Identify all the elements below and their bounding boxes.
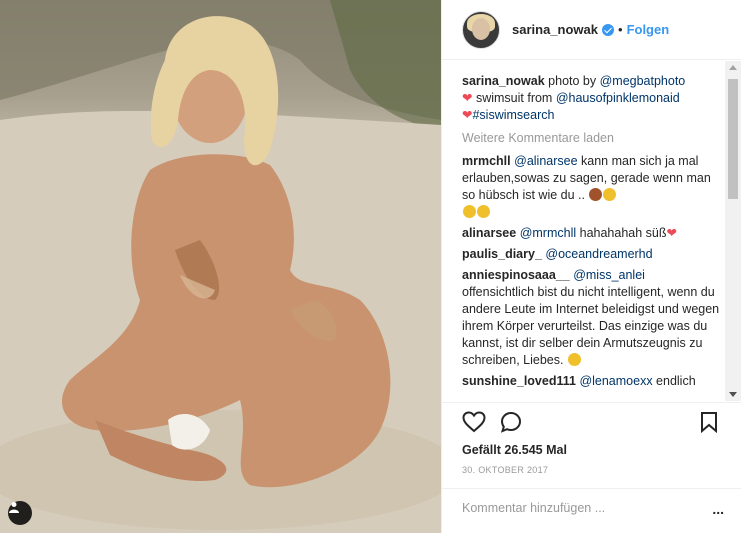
scroll-down-arrow-icon[interactable] — [729, 392, 737, 397]
monkey-emoji-icon — [589, 188, 603, 201]
scroll-up-arrow-icon[interactable] — [729, 65, 737, 70]
comment-mention[interactable]: @alinarsee — [514, 154, 577, 168]
caption-mention-brand[interactable]: @hausofpinklemonaid — [556, 91, 680, 105]
comments-list: sarina_nowak photo by @megbatphoto ❤ swi… — [442, 61, 741, 401]
comments-scrollbar[interactable] — [725, 61, 741, 401]
comment-item: sunshine_loved111 @lenamoexx endlich — [462, 373, 722, 390]
follow-button[interactable]: Folgen — [627, 22, 670, 37]
comment-mention[interactable]: @mrmchll — [520, 226, 576, 240]
wink-kiss-emoji-icon — [567, 353, 581, 366]
avatar[interactable] — [462, 10, 500, 49]
comment-item: anniespinosaaa__ @miss_anlei offensichtl… — [462, 267, 722, 369]
beach-photo-illustration — [0, 0, 441, 533]
halo-emoji-icon — [603, 188, 617, 201]
comment-username[interactable]: sunshine_loved111 — [462, 374, 576, 388]
user-tag-button[interactable] — [8, 501, 32, 525]
action-bar — [442, 402, 741, 442]
person-icon — [9, 502, 19, 513]
halo-emoji-icon — [477, 205, 490, 218]
comment-mention[interactable]: @miss_anlei — [573, 268, 645, 282]
comment-mention[interactable]: @oceandreamerhd — [545, 247, 652, 261]
likes-count[interactable]: Gefällt 26.545 Mal — [462, 443, 567, 457]
header-username[interactable]: sarina_nowak — [512, 22, 598, 37]
more-options-button[interactable]: ... — [712, 501, 724, 517]
scrollbar-thumb[interactable] — [728, 79, 738, 199]
halo-emoji-icon — [463, 205, 476, 218]
verified-badge-icon — [602, 23, 614, 36]
add-comment-input[interactable]: Kommentar hinzufügen ... — [462, 501, 605, 515]
post-sidebar: sarina_nowak • Folgen sarina_nowak photo… — [441, 0, 741, 533]
comment-item: mrmchll @alinarsee kann man sich ja mal … — [462, 153, 722, 221]
caption-text-2: swimsuit from — [472, 91, 556, 105]
comment-username[interactable]: anniespinosaaa__ — [462, 268, 570, 282]
instagram-post: sarina_nowak • Folgen sarina_nowak photo… — [0, 0, 741, 533]
comment-text: offensichtlich bist du nicht intelligent… — [462, 285, 720, 367]
comment-item: paulis_diary_ @oceandreamerhd — [462, 246, 722, 263]
post-header: sarina_nowak • Folgen — [442, 0, 741, 60]
caption-username[interactable]: sarina_nowak — [462, 74, 545, 88]
heart-outline-icon[interactable] — [462, 411, 486, 433]
heart-emoji-icon: ❤ — [462, 108, 473, 122]
comment-text: endlich — [652, 374, 696, 388]
caption-text-1: photo by — [544, 74, 600, 88]
add-comment-section: Kommentar hinzufügen ... ... — [442, 488, 741, 533]
load-more-comments-link[interactable]: Weitere Kommentare laden — [462, 130, 722, 147]
post-date[interactable]: 30. OKTOBER 2017 — [462, 465, 548, 475]
comment-username[interactable]: mrmchll — [462, 154, 511, 168]
bookmark-icon[interactable] — [700, 411, 718, 433]
caption: sarina_nowak photo by @megbatphoto ❤ swi… — [462, 73, 722, 124]
separator-dot: • — [618, 22, 623, 37]
comment-username[interactable]: alinarsee — [462, 226, 516, 240]
heart-emoji-icon: ❤ — [666, 226, 677, 240]
comment-item: alinarsee @mrmchll hahahahah süß❤ — [462, 225, 722, 242]
caption-hashtag[interactable]: #siswimsearch — [472, 108, 554, 122]
caption-mention-photographer[interactable]: @megbatphoto — [600, 74, 686, 88]
comment-mention[interactable]: @lenamoexx — [579, 374, 652, 388]
speech-bubble-icon[interactable] — [500, 411, 522, 433]
comment-text: hahahahah süß — [576, 226, 667, 240]
heart-emoji-icon: ❤ — [462, 91, 473, 105]
comment-username[interactable]: paulis_diary_ — [462, 247, 542, 261]
post-photo[interactable] — [0, 0, 441, 533]
